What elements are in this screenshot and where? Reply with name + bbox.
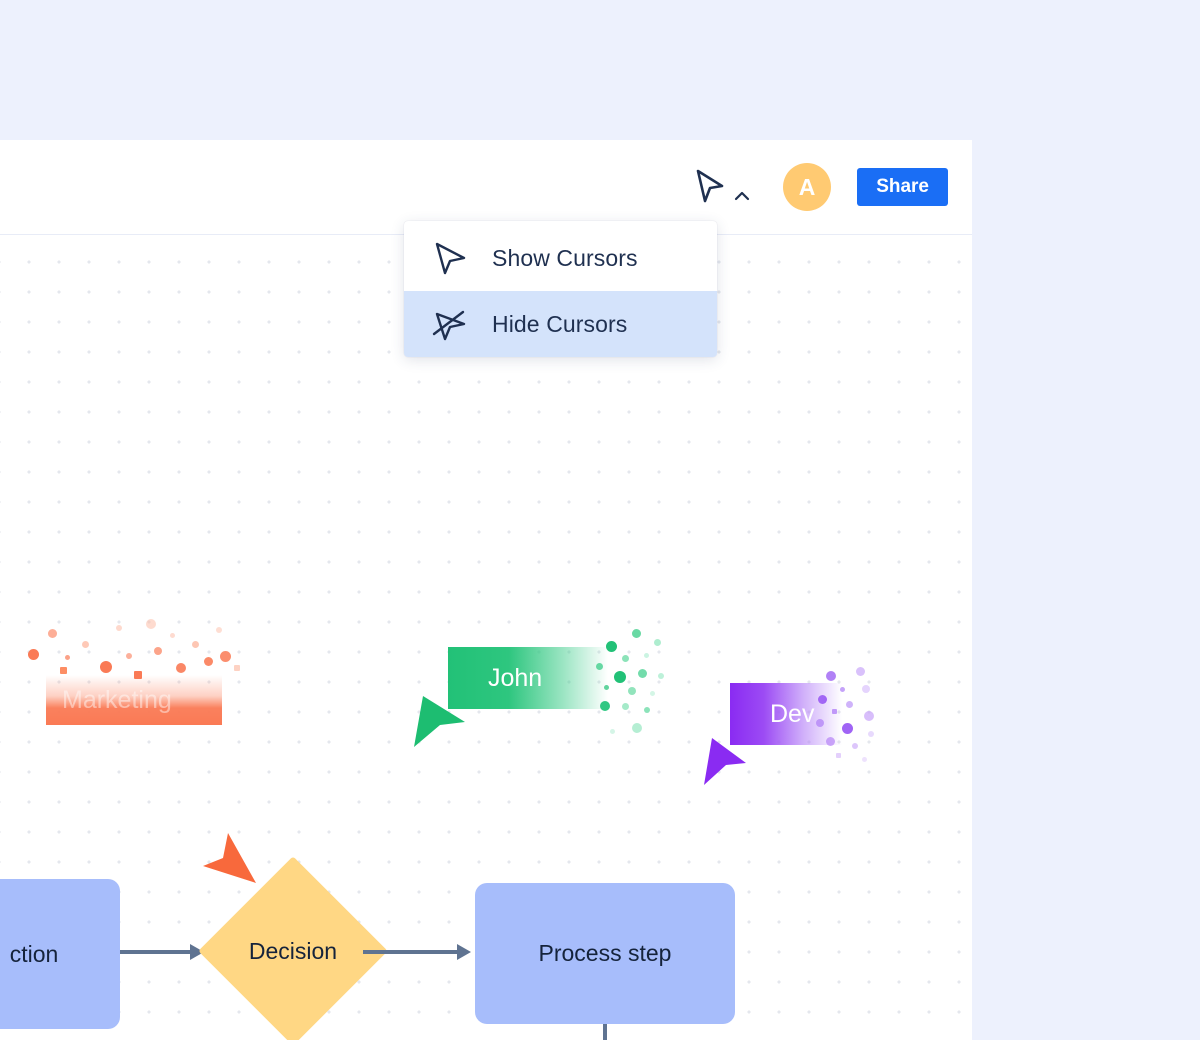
cursor-visibility-toggle[interactable] (687, 163, 757, 211)
cursor-pointer-icon (414, 696, 465, 747)
flowchart-edge-process-finish (596, 1024, 614, 1040)
cursor-name-label: John (488, 663, 543, 692)
avatar[interactable]: A (783, 163, 832, 211)
collaborator-cursor-dev: Dev (700, 665, 880, 795)
menu-item-label: Show Cursors (492, 244, 638, 271)
node-label: ction (9, 940, 59, 967)
flowchart-edge-decision-process (363, 943, 478, 961)
cursors-dropdown-menu[interactable]: Show Cursors Hide Cursors (404, 221, 717, 357)
cursor-pointer-icon (704, 738, 746, 785)
app-window: A Share Marketing John Dev ction Decisio… (0, 140, 972, 1040)
node-label: Decision (248, 937, 338, 964)
menu-item-label: Hide Cursors (492, 310, 628, 337)
collaborator-cursor-marketing: Marketing (0, 605, 280, 883)
flowchart-edge-action-decision (120, 943, 210, 961)
cursor-name-chip: Marketing (46, 675, 222, 725)
cursor-arrow-slash-icon (432, 310, 466, 341)
cursor-name-label: Dev (770, 699, 815, 728)
node-label: Process step (538, 940, 672, 966)
header-actions: A Share (687, 140, 948, 234)
flowchart-node-action[interactable]: ction (0, 879, 120, 1029)
menu-item-hide-cursors[interactable]: Hide Cursors (404, 291, 717, 357)
flowchart-node-decision[interactable]: Decision (198, 856, 388, 1040)
menu-item-show-cursors[interactable]: Show Cursors (404, 225, 717, 291)
cursor-name-label: Marketing (62, 685, 172, 714)
chevron-up-icon (735, 191, 750, 201)
collaborator-cursor-pink (760, 1035, 950, 1040)
share-button[interactable]: Share (857, 168, 948, 206)
cursor-arrow-icon (435, 242, 466, 275)
flowchart-node-process[interactable]: Process step (475, 883, 735, 1024)
collaborator-cursor-john: John (410, 625, 680, 765)
avatar-initial: A (798, 173, 816, 200)
cursor-dissolve-particles (20, 605, 250, 679)
cursor-arrow-icon (696, 169, 724, 203)
cursor-name-chip: John (448, 647, 608, 709)
